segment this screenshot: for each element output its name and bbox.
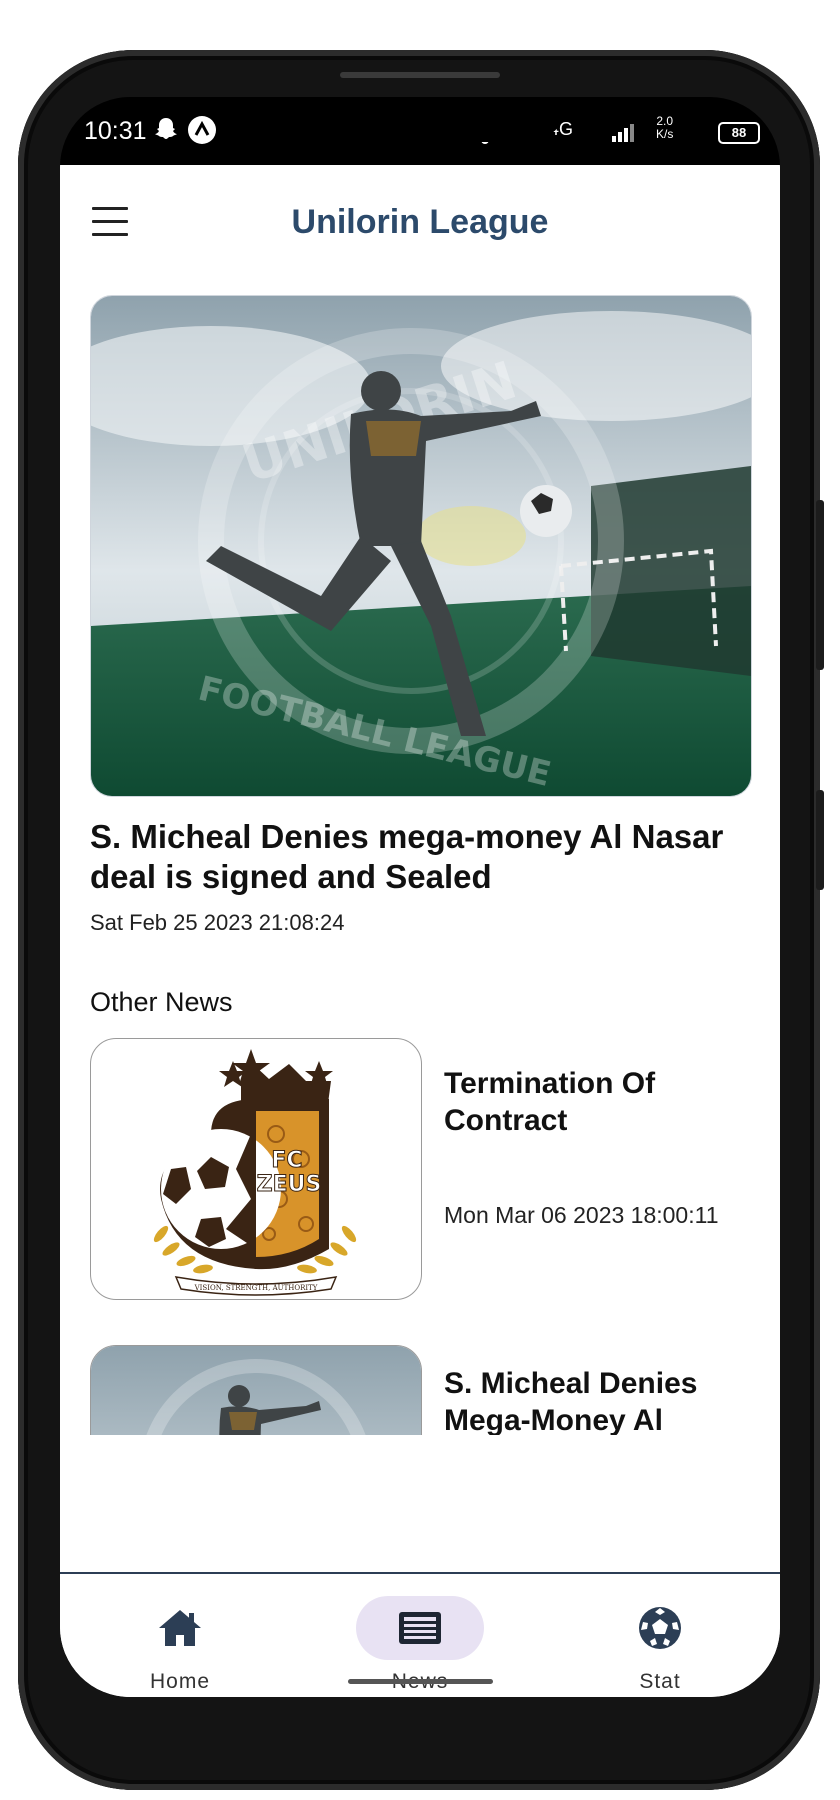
news-card-image[interactable] [90,1345,422,1435]
featured-news-title[interactable]: S. Micheal Denies mega-money Al Nasar de… [90,817,750,897]
news-card-date: Mon Mar 06 2023 18:00:11 [444,1202,719,1228]
earpiece-speaker [340,72,500,78]
other-news-label: Other News [90,987,233,1017]
app-title: Unilorin League [291,203,549,241]
fc-zeus-logo-ribbon: VISION, STRENGTH, AUTHORITY [194,1284,318,1292]
news-card-image[interactable]: FC ZEUS VISION, STRENGTH, AUTHORITY [90,1038,422,1300]
screen: 10:31 ((o)) 4G 2.0 K/s 88 Unilorin Leagu… [60,97,780,1697]
soccer-ball-icon [639,1607,681,1649]
signal-icon [612,119,636,150]
camera-notch [370,97,570,142]
nav-stat-icon-wrap [596,1596,724,1660]
status-time: 10:31 [84,117,147,145]
nav-item-home[interactable]: Home [105,1596,255,1697]
power-button [816,500,824,670]
app-notification-icon [187,115,217,152]
news-card-title[interactable]: S. Micheal Denies Mega-Money Al Nasar De… [444,1365,744,1435]
home-icon [159,1610,201,1646]
home-indicator[interactable] [348,1679,493,1684]
app-screen: Unilorin League FOOTBALL LEAGUE S. Miche… [60,165,780,1697]
volume-button [816,790,824,890]
nav-label-home: Home [149,1670,211,1693]
newspaper-icon [399,1612,441,1644]
news-card-title[interactable]: Termination Of Contract [444,1065,744,1139]
fc-zeus-logo-text-bottom: ZEUS [257,1172,322,1197]
featured-news-date: Sat Feb 25 2023 21:08:24 [90,910,345,935]
nav-item-stat[interactable]: Stat [585,1596,735,1697]
featured-news-image[interactable]: UNILORIN FOOTBALL LEAGUE [90,295,752,797]
network-speed-unit: K/s [656,127,674,141]
fc-zeus-logo-text-top: FC [271,1148,302,1173]
nav-active-indicator [356,1596,484,1660]
nav-label-stat: Stat [639,1670,681,1693]
battery-icon: 88 [718,122,760,144]
snapchat-icon [152,115,180,150]
news-list-viewport: S. Micheal Denies Mega-Money Al Nasar De… [60,1315,780,1435]
network-speed: 2.0 K/s [656,115,673,141]
nav-home-icon-wrap [116,1596,244,1660]
